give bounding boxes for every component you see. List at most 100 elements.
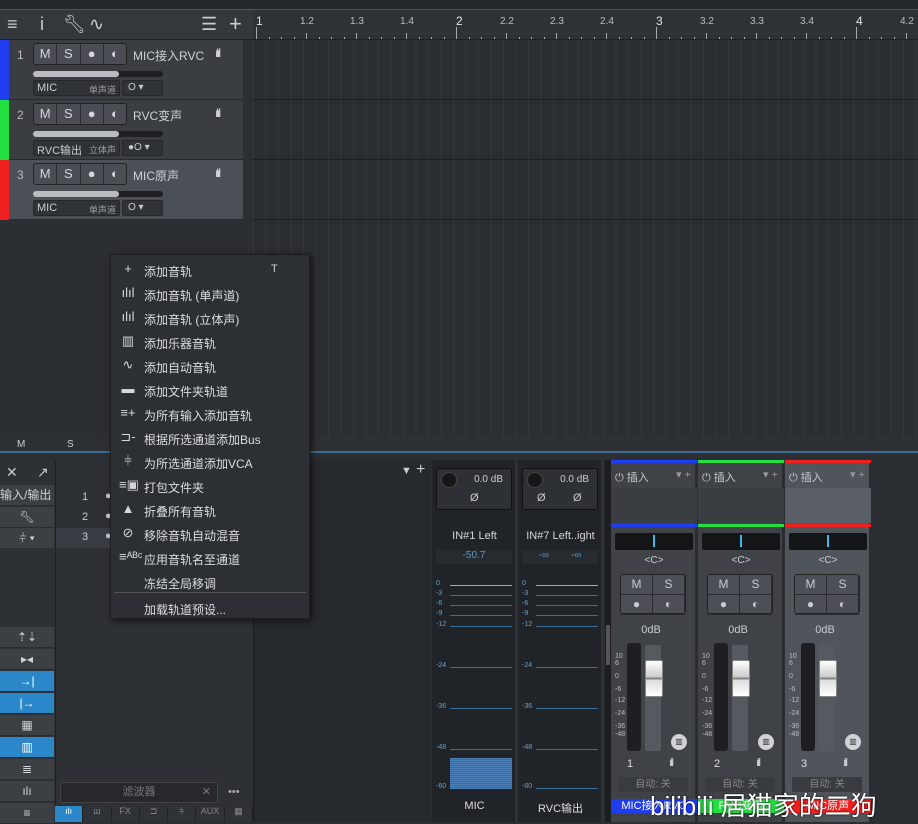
insert-slot[interactable]: ⏻ 插入 [615,469,649,485]
track-color[interactable] [0,100,9,160]
banks-icon[interactable]: ≣ [0,759,54,780]
menu-item[interactable]: ⫩ 为所选通道添加VCA [111,450,309,474]
phase-invert-button[interactable]: Ø [537,492,546,504]
automation-icon[interactable]: ∿ [89,14,104,35]
volume-slider[interactable] [33,191,163,197]
track-name[interactable]: MIC接入RVC [133,47,204,64]
insert-add-icon[interactable]: ▾ + [676,468,691,481]
volume-fader[interactable] [819,660,837,697]
channel-tab[interactable]: ▦ [224,806,253,822]
menu-icon[interactable]: ≡ [0,803,54,824]
monitor-button[interactable]: ◐ [104,164,126,184]
expand-icon[interactable]: ↗ [37,464,49,481]
insert-add-icon[interactable]: ▾ + [850,468,865,481]
insert-add-icon[interactable]: ▾ + [763,468,778,481]
mute-all-button[interactable]: M [17,439,25,450]
pan-slider[interactable] [615,533,693,550]
track-color[interactable] [0,40,9,100]
channel-tab[interactable]: AUX [196,806,225,822]
mute-button[interactable]: M [34,104,58,124]
mute-button[interactable]: M [708,575,740,595]
arrangement-area[interactable] [253,40,918,438]
monitor-dropdown[interactable]: ●O ▾ [122,140,163,156]
wrench-icon[interactable]: 🔧︎ [63,14,86,35]
mute-button[interactable]: M [795,575,827,595]
menu-item[interactable]: ▲ 折叠所有音轨 [111,498,309,522]
gain-knob[interactable] [441,472,457,488]
vca-dropdown[interactable]: ⫩ ▾ [0,528,54,549]
filter-input[interactable]: 滤波器 ✕ [60,782,218,803]
menu-item[interactable]: + 添加音轨 T [111,258,309,282]
more-options-button[interactable]: ••• [228,786,240,798]
menu-item[interactable]: ılıl 添加音轨 (立体声) [111,306,309,330]
keyboard-icon[interactable]: ▥ [0,737,54,758]
menu-item[interactable]: ∿ 添加自动音轨 [111,354,309,378]
record-button[interactable]: ● [81,164,104,184]
add-track-icon[interactable]: + [229,11,242,37]
track-color[interactable] [0,160,9,220]
track-header[interactable]: 1 M S ● ◐ MIC接入RVC ılıl MIC 单声道 O ▾ [0,40,243,100]
volume-slider[interactable] [33,71,163,77]
input-selector[interactable]: MIC 单声道 [33,200,120,216]
add-icon[interactable]: + [416,461,425,479]
mute-button[interactable]: M [34,44,58,64]
track-list-icon[interactable]: ☰ [201,14,217,35]
record-button[interactable]: ● [81,104,104,124]
menu-item[interactable]: ⊐- 根据所选通道添加Bus [111,426,309,450]
solo-button[interactable]: S [57,104,81,124]
pan-slider[interactable] [702,533,780,550]
monitor-dropdown[interactable]: O ▾ [122,200,163,216]
phase-invert-button[interactable]: Ø [470,492,479,504]
solo-button[interactable]: S [827,575,859,595]
wrench-icon[interactable]: 🔧︎ [0,507,54,528]
volume-slider[interactable] [33,131,163,137]
insert-slot[interactable]: ⏻ 插入 [702,469,736,485]
menu-item[interactable]: ⊘ 移除音轨自动混音 [111,522,309,546]
solo-button[interactable]: S [740,575,772,595]
channel-tab[interactable]: ш [83,806,112,822]
monitor-button[interactable]: ◐ [740,595,772,615]
insert-slot[interactable]: ⏻ 插入 [789,469,823,485]
clear-filter-icon[interactable]: ✕ [202,783,211,802]
output-icon[interactable]: |→ [0,693,54,714]
record-button[interactable]: ● [621,595,653,615]
insert-area[interactable] [611,488,697,523]
info-icon[interactable]: i [40,14,44,35]
mute-button[interactable]: M [621,575,653,595]
phase-invert-button[interactable]: Ø [573,492,582,504]
close-icon[interactable]: ✕ [6,464,18,481]
expand-icon[interactable]: ▸◂ [0,649,54,670]
track-name[interactable]: MIC原声 [133,167,179,184]
record-button[interactable]: ● [708,595,740,615]
instrument-rack-icon[interactable]: ▦ [0,715,54,736]
menu-item[interactable]: ≡+ 为所有输入添加音轨 [111,402,309,426]
record-button[interactable]: ● [795,595,827,615]
console-icon[interactable]: ılı [0,781,54,802]
solo-button[interactable]: S [653,575,685,595]
gain-knob[interactable] [527,472,543,488]
group-icon[interactable]: ▥ [758,734,774,750]
track-header[interactable]: 2 M S ● ◐ RVC变声 ılıl RVC输出 立体声 ●O ▾ [0,100,243,160]
solo-all-button[interactable]: S [67,439,74,450]
track-header[interactable]: 3 M S ● ◐ MIC原声 ılıl MIC 单声道 O ▾ [0,160,243,220]
channel-tab[interactable]: FX [111,806,140,822]
channel-tab[interactable]: ılı [55,806,84,822]
track-name[interactable]: RVC变声 [133,107,182,124]
dropdown-icon[interactable]: ▼ [401,465,412,477]
mute-button[interactable]: M [34,164,58,184]
menu-item[interactable]: ▬ 添加文件夹轨道 [111,378,309,402]
menu-item[interactable]: ▥ 添加乐器音轨 [111,330,309,354]
group-icon[interactable]: ▥ [845,734,861,750]
monitor-button[interactable]: ◐ [104,44,126,64]
volume-fader[interactable] [732,660,750,697]
group-icon[interactable]: ▥ [671,734,687,750]
insert-area[interactable] [698,488,784,523]
list-icon[interactable]: ≡ [7,14,18,35]
solo-button[interactable]: S [57,44,81,64]
channel-tab[interactable]: ⫩ [168,806,197,822]
monitor-button[interactable]: ◐ [104,104,126,124]
solo-button[interactable]: S [57,164,81,184]
volume-fader[interactable] [645,660,663,697]
menu-item[interactable]: 加载轨道预设... [111,596,309,620]
monitor-button[interactable]: ◐ [653,595,685,615]
